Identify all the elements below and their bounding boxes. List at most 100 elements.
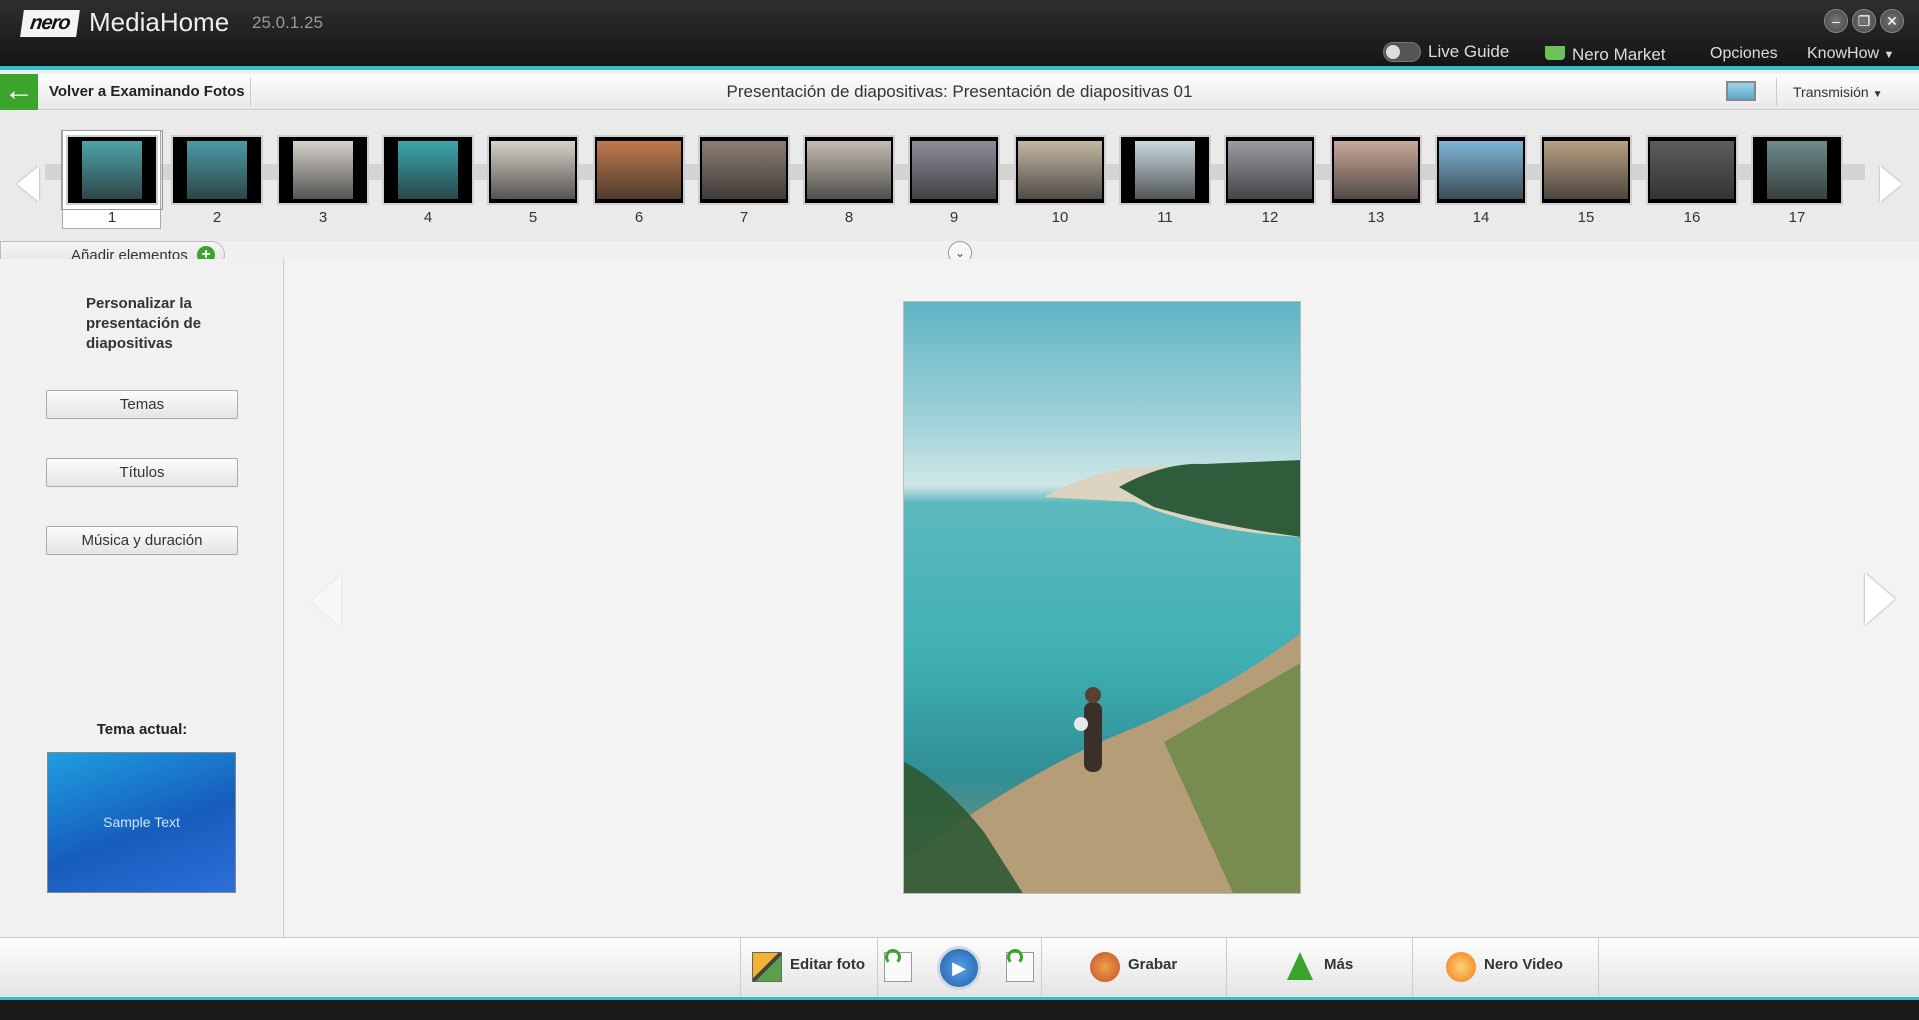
current-theme-preview[interactable]: Sample Text — [47, 752, 236, 893]
thumbnail-number: 12 — [1261, 209, 1279, 226]
nero-market-link[interactable]: Nero Market — [1572, 45, 1666, 65]
back-arrow-icon[interactable]: ← — [0, 74, 38, 110]
basket-icon — [1545, 46, 1565, 60]
live-guide-label[interactable]: Live Guide — [1428, 42, 1509, 62]
rotate-left-icon[interactable] — [884, 949, 912, 982]
thumbnail-number: 4 — [423, 209, 433, 226]
more-button[interactable]: Más — [1324, 956, 1353, 973]
thumbnail-image — [597, 141, 681, 199]
thumbnail-10[interactable] — [1014, 135, 1106, 205]
thumbnail-number: 2 — [212, 209, 222, 226]
thumbnail-7[interactable] — [698, 135, 790, 205]
filmstrip-prev-arrow-icon[interactable] — [17, 166, 39, 202]
thumbnail-16[interactable] — [1646, 135, 1738, 205]
divider — [740, 938, 741, 998]
thumbnail-number: 7 — [739, 209, 749, 226]
slide-photo — [903, 301, 1301, 894]
titulos-button[interactable]: Títulos — [46, 458, 238, 487]
divider — [877, 938, 878, 998]
more-arrow-icon[interactable] — [1287, 952, 1313, 980]
transmision-label: Transmisión — [1793, 84, 1869, 100]
thumbnail-4[interactable] — [382, 135, 474, 205]
thumbnail-number: 8 — [844, 209, 854, 226]
close-button[interactable]: ✕ — [1880, 9, 1904, 33]
edit-photo-button[interactable]: Editar foto — [790, 956, 865, 973]
music-duration-button[interactable]: Música y duración — [46, 526, 238, 555]
thumbnail-5[interactable] — [487, 135, 579, 205]
thumbnail-2[interactable] — [171, 135, 263, 205]
panel-title: Personalizar la presentación de diaposit… — [86, 295, 202, 352]
thumbnail-image — [807, 141, 891, 199]
bottom-toolbar: Editar foto ▶ Grabar Más Nero Video — [0, 937, 1919, 998]
divider — [1226, 938, 1227, 998]
thumbnail-12[interactable] — [1224, 135, 1316, 205]
thumbnail-image — [1018, 141, 1102, 199]
accent-line — [0, 997, 1919, 1000]
thumbnail-14[interactable] — [1435, 135, 1527, 205]
preview-area — [285, 259, 1919, 937]
burn-icon[interactable] — [1090, 952, 1120, 982]
divider — [1041, 938, 1042, 998]
nero-video-icon[interactable] — [1446, 952, 1476, 982]
back-button-label[interactable]: Volver a Examinando Fotos — [49, 83, 245, 100]
status-strip — [0, 997, 1919, 1020]
left-panel: Personalizar la presentación de diaposit… — [0, 259, 284, 937]
thumbnail-number: 3 — [318, 209, 328, 226]
filmstrip-next-arrow-icon[interactable] — [1880, 166, 1902, 202]
thumbnail-number: 6 — [634, 209, 644, 226]
thumbnail-image — [491, 141, 575, 199]
title-bar: nero MediaHome 25.0.1.25 – ❐ ✕ Live Guid… — [0, 0, 1919, 70]
thumbnail-9[interactable] — [908, 135, 1000, 205]
thumbnail-image — [1650, 141, 1734, 199]
thumbnail-image — [1334, 141, 1418, 199]
knowhow-label: KnowHow — [1807, 45, 1880, 62]
prev-slide-arrow-icon[interactable] — [311, 575, 341, 627]
thumbnail-image — [398, 141, 458, 199]
nav-bar: Presentación de diapositivas: Presentaci… — [0, 74, 1919, 110]
thumbnail-image — [912, 141, 996, 199]
thumbnail-image — [293, 141, 353, 199]
restore-button[interactable]: ❐ — [1852, 9, 1876, 33]
thumbnail-image — [702, 141, 786, 199]
thumbnail-8[interactable] — [803, 135, 895, 205]
thumbnail-image — [1135, 141, 1195, 199]
thumbnail-image — [187, 141, 247, 199]
nero-logo: nero — [20, 10, 80, 37]
current-theme-label: Tema actual: — [96, 721, 188, 738]
thumbnail-number: 5 — [528, 209, 538, 226]
edit-photo-icon[interactable] — [752, 952, 782, 982]
nero-video-button[interactable]: Nero Video — [1484, 956, 1563, 973]
divider — [1412, 938, 1413, 998]
divider — [1598, 938, 1599, 998]
play-icon[interactable]: ▶ — [937, 946, 981, 990]
page-title: Presentación de diapositivas: Presentaci… — [726, 82, 1193, 101]
thumbnail-6[interactable] — [593, 135, 685, 205]
transmision-dropdown[interactable]: Transmisión ▼ — [1793, 84, 1883, 100]
divider — [250, 78, 251, 106]
thumbnail-number: 16 — [1683, 209, 1701, 226]
thumbnail-15[interactable] — [1540, 135, 1632, 205]
thumbnail-number: 14 — [1472, 209, 1490, 226]
knowhow-menu[interactable]: KnowHow ▼ — [1807, 45, 1894, 63]
thumbnail-3[interactable] — [277, 135, 369, 205]
accent-line — [0, 66, 1919, 70]
rotate-right-icon[interactable] — [1006, 949, 1034, 982]
chevron-down-icon: ▼ — [1872, 89, 1883, 100]
thumbnail-11[interactable] — [1119, 135, 1211, 205]
app-name: MediaHome — [89, 7, 230, 37]
minimize-button[interactable]: – — [1824, 9, 1848, 33]
thumbnail-image — [1767, 141, 1827, 199]
thumbnail-number: 1 — [107, 209, 117, 226]
next-slide-arrow-icon[interactable] — [1865, 573, 1895, 625]
burn-button[interactable]: Grabar — [1128, 956, 1177, 973]
temas-button[interactable]: Temas — [46, 390, 238, 419]
thumbnail-13[interactable] — [1330, 135, 1422, 205]
options-menu[interactable]: Opciones — [1710, 45, 1778, 63]
theme-sample-text: Sample Text — [103, 814, 180, 830]
thumbnail-1[interactable] — [61, 130, 163, 210]
live-guide-toggle[interactable] — [1383, 42, 1421, 62]
monitor-icon[interactable] — [1726, 81, 1756, 101]
thumbnail-17[interactable] — [1751, 135, 1843, 205]
thumbnail-number: 9 — [949, 209, 959, 226]
divider — [1776, 78, 1777, 106]
